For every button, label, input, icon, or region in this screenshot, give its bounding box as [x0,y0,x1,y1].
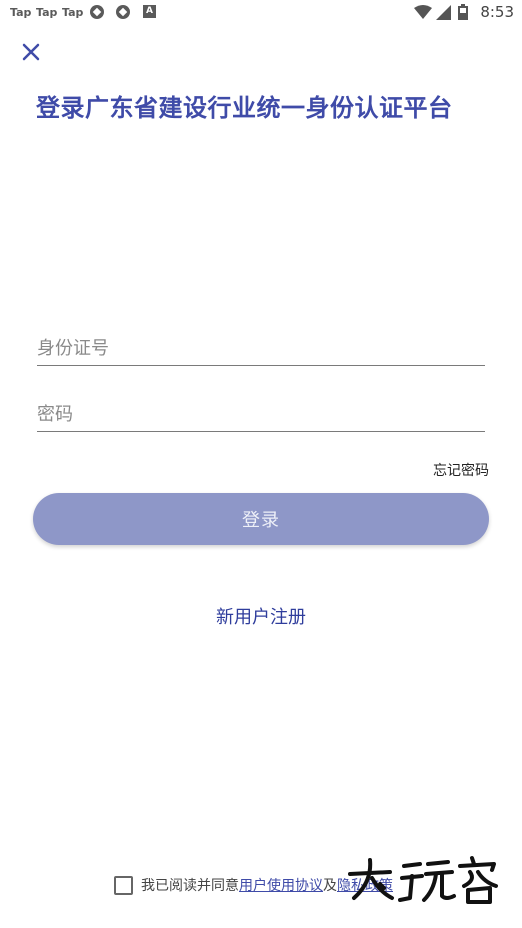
signal-icon [436,5,451,20]
aperture-icon [116,5,130,19]
close-button[interactable] [19,40,43,64]
id-number-input[interactable] [37,331,485,365]
agreement-prefix: 我已阅读并同意 [141,878,239,894]
close-icon [22,43,40,61]
watermark-logo [348,856,498,904]
forgot-password-link[interactable]: 忘记密码 [433,460,489,480]
a-icon: A [143,5,156,18]
password-field[interactable] [37,397,485,432]
user-agreement-link[interactable]: 用户使用协议 [239,875,323,895]
aperture-icon [90,5,104,19]
page-title: 登录广东省建设行业统一身份认证平台 [36,94,453,122]
login-button[interactable]: 登录 [33,493,489,545]
clock: 8:53 [480,3,514,21]
agreement-conjunction: 及 [323,878,337,894]
notification-tap-3: Tap [62,6,84,19]
agreement-checkbox[interactable] [114,875,133,895]
password-input[interactable] [37,397,485,431]
notification-tap-2: Tap [36,6,58,19]
battery-icon [458,4,468,20]
notification-tap-1: Tap [10,6,32,19]
register-link[interactable]: 新用户注册 [0,603,522,629]
wifi-icon [414,5,432,19]
id-number-field[interactable] [37,331,485,366]
status-bar: Tap Tap Tap A 8:53 [0,0,522,26]
